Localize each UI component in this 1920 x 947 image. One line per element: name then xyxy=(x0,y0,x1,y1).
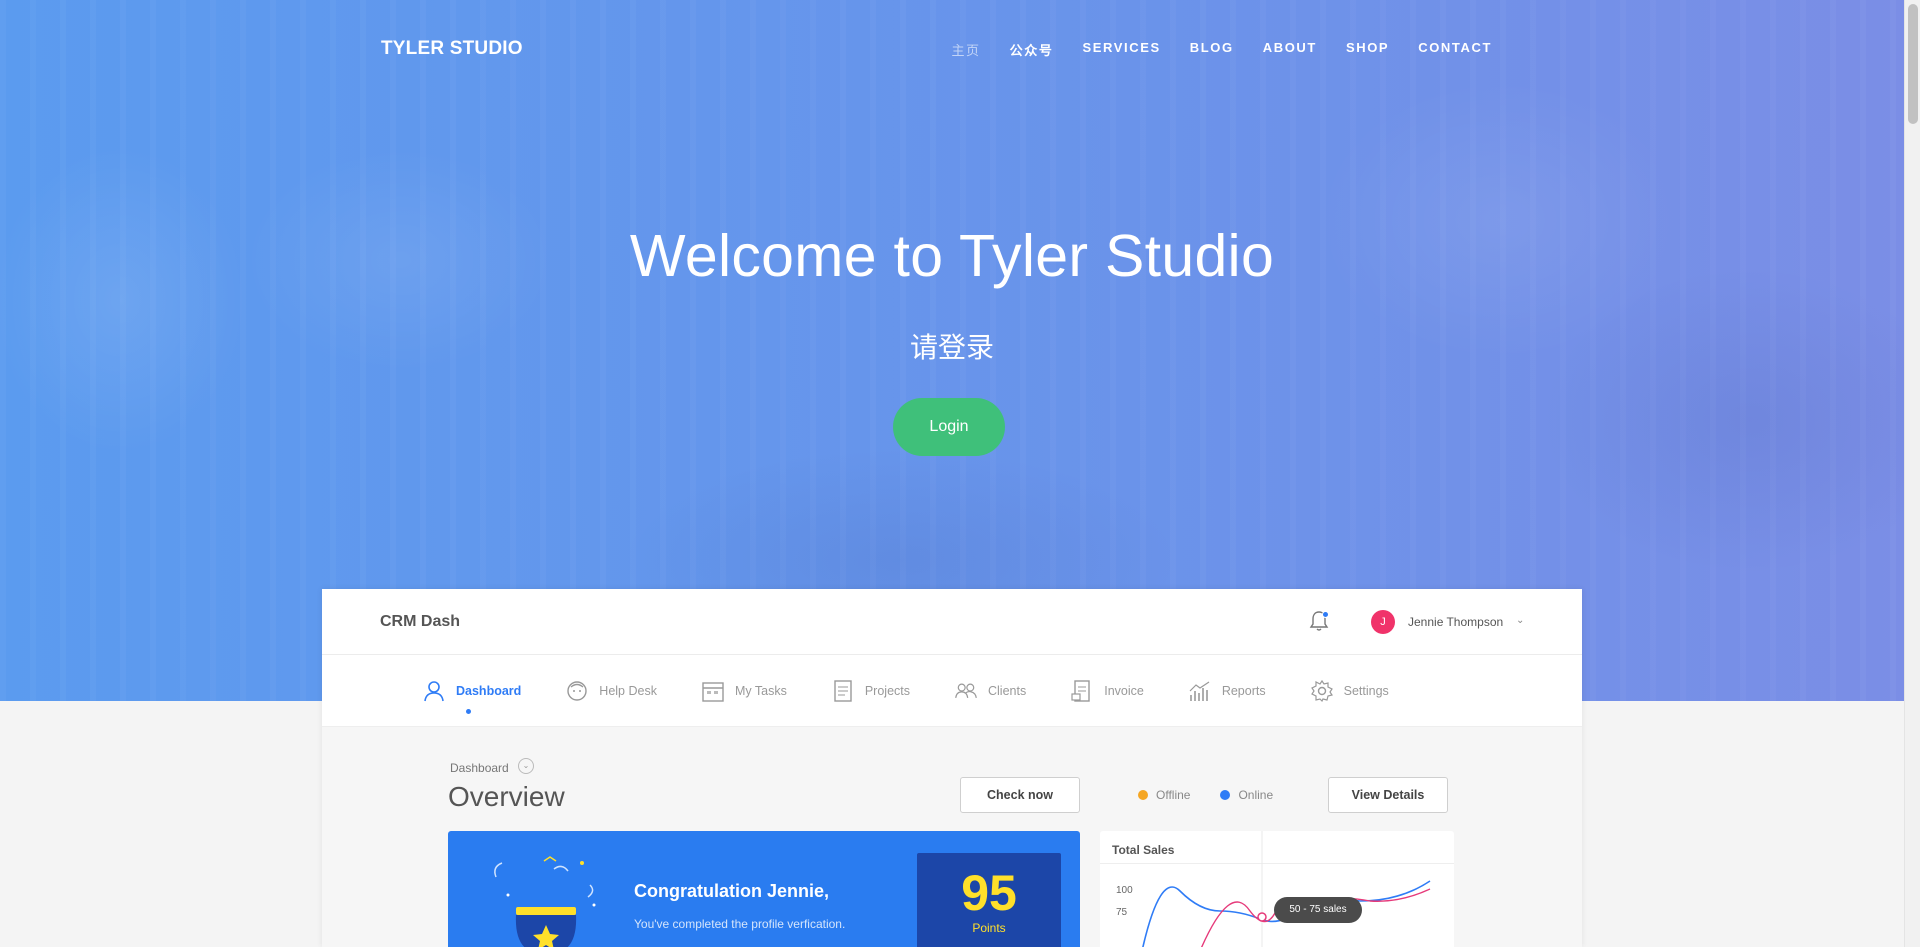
tab-label: Projects xyxy=(864,683,910,698)
tab-projects[interactable]: Projects xyxy=(831,655,910,726)
tab-my-tasks[interactable]: My Tasks xyxy=(701,655,787,726)
login-button[interactable]: Login xyxy=(893,398,1005,456)
tab-label: Invoice xyxy=(1104,683,1144,698)
total-sales-card: Total Sales 100 75 50 - 75 sales xyxy=(1100,831,1454,947)
points-label: Points xyxy=(972,921,1006,935)
points-value: 95 xyxy=(961,865,1017,921)
tab-label: Help Desk xyxy=(599,683,657,698)
nav-item-contact[interactable]: CONTACT xyxy=(1418,40,1492,59)
tab-reports[interactable]: Reports xyxy=(1188,655,1266,726)
points-badge: 95 Points xyxy=(917,853,1061,947)
view-details-button[interactable]: View Details xyxy=(1328,777,1448,813)
invoice-icon xyxy=(1071,679,1090,702)
y-tick-100: 100 xyxy=(1116,885,1133,896)
nav-item-wechat[interactable]: 公众号 xyxy=(1010,40,1054,59)
sales-chart: 100 75 xyxy=(1116,831,1431,947)
nav-item-services[interactable]: SERVICES xyxy=(1082,40,1160,59)
status-legend: Offline Online xyxy=(1138,788,1273,802)
dashboard-tabs: Dashboard Help Desk My Tasks Projects Cl… xyxy=(322,655,1582,727)
scrollbar-thumb[interactable] xyxy=(1908,4,1918,124)
legend-offline-label: Offline xyxy=(1156,788,1191,802)
check-now-button[interactable]: Check now xyxy=(960,777,1080,813)
nav-item-blog[interactable]: BLOG xyxy=(1190,40,1234,59)
active-tab-indicator xyxy=(466,709,471,714)
page-title: Overview xyxy=(448,781,565,812)
nav-item-home[interactable]: 主页 xyxy=(951,40,980,59)
trophy-icon xyxy=(494,856,596,947)
breadcrumb[interactable]: Dashboard xyxy=(450,761,509,775)
dashboard-topbar: CRM Dash J Jennie Thompson ⌄ xyxy=(322,589,1582,655)
chevron-down-icon[interactable]: ⌄ xyxy=(1516,615,1524,626)
hero-title: Welcome to Tyler Studio xyxy=(629,223,1275,289)
tab-dashboard[interactable]: Dashboard xyxy=(422,655,521,726)
gear-icon xyxy=(1310,679,1333,702)
avatar[interactable]: J xyxy=(1371,610,1395,634)
document-icon xyxy=(834,679,852,702)
hero-subtitle: 请登录 xyxy=(909,332,994,363)
tab-help-desk[interactable]: Help Desk xyxy=(565,655,657,726)
congratulation-card: Congratulation Jennie, You've completed … xyxy=(448,831,1080,947)
congrats-title: Congratulation Jennie, xyxy=(634,881,830,901)
dashboard-preview: CRM Dash J Jennie Thompson ⌄ Dashboard H… xyxy=(322,589,1582,947)
main-nav: 主页 公众号 SERVICES BLOG ABOUT SHOP CONTACT xyxy=(951,40,1492,59)
tab-settings[interactable]: Settings xyxy=(1310,655,1389,726)
calendar-icon xyxy=(702,681,724,702)
nav-item-shop[interactable]: SHOP xyxy=(1346,40,1389,59)
breadcrumb-dropdown-icon[interactable]: ⌄ xyxy=(518,758,534,774)
page-scrollbar[interactable] xyxy=(1904,0,1920,947)
tab-invoice[interactable]: Invoice xyxy=(1070,655,1144,726)
face-icon xyxy=(567,680,587,701)
dashboard-body: Dashboard ⌄ Overview Check now Offline O… xyxy=(322,727,1582,947)
chart-icon xyxy=(1189,681,1210,701)
user-icon xyxy=(424,680,444,701)
online-dot xyxy=(1220,790,1231,800)
highlight-point xyxy=(1257,912,1267,922)
site-logo[interactable]: TYLER STUDIO xyxy=(381,38,523,60)
tab-label: Settings xyxy=(1343,683,1389,698)
users-icon xyxy=(955,683,977,698)
offline-dot xyxy=(1138,790,1148,800)
tab-label: Clients xyxy=(988,683,1027,698)
nav-item-about[interactable]: ABOUT xyxy=(1263,40,1317,59)
dashboard-app-title: CRM Dash xyxy=(380,613,461,630)
tab-label: Reports xyxy=(1221,683,1266,698)
user-name[interactable]: Jennie Thompson xyxy=(1408,615,1503,629)
tab-label: My Tasks xyxy=(734,683,787,698)
chart-tooltip: 50 - 75 sales xyxy=(1274,897,1362,923)
y-tick-75: 75 xyxy=(1116,907,1128,918)
legend-online-label: Online xyxy=(1238,788,1274,802)
tab-label: Dashboard xyxy=(456,683,522,698)
tab-clients[interactable]: Clients xyxy=(954,655,1026,726)
notification-dot xyxy=(1322,611,1329,618)
congrats-subtitle: You've completed the profile verfication… xyxy=(634,917,846,931)
